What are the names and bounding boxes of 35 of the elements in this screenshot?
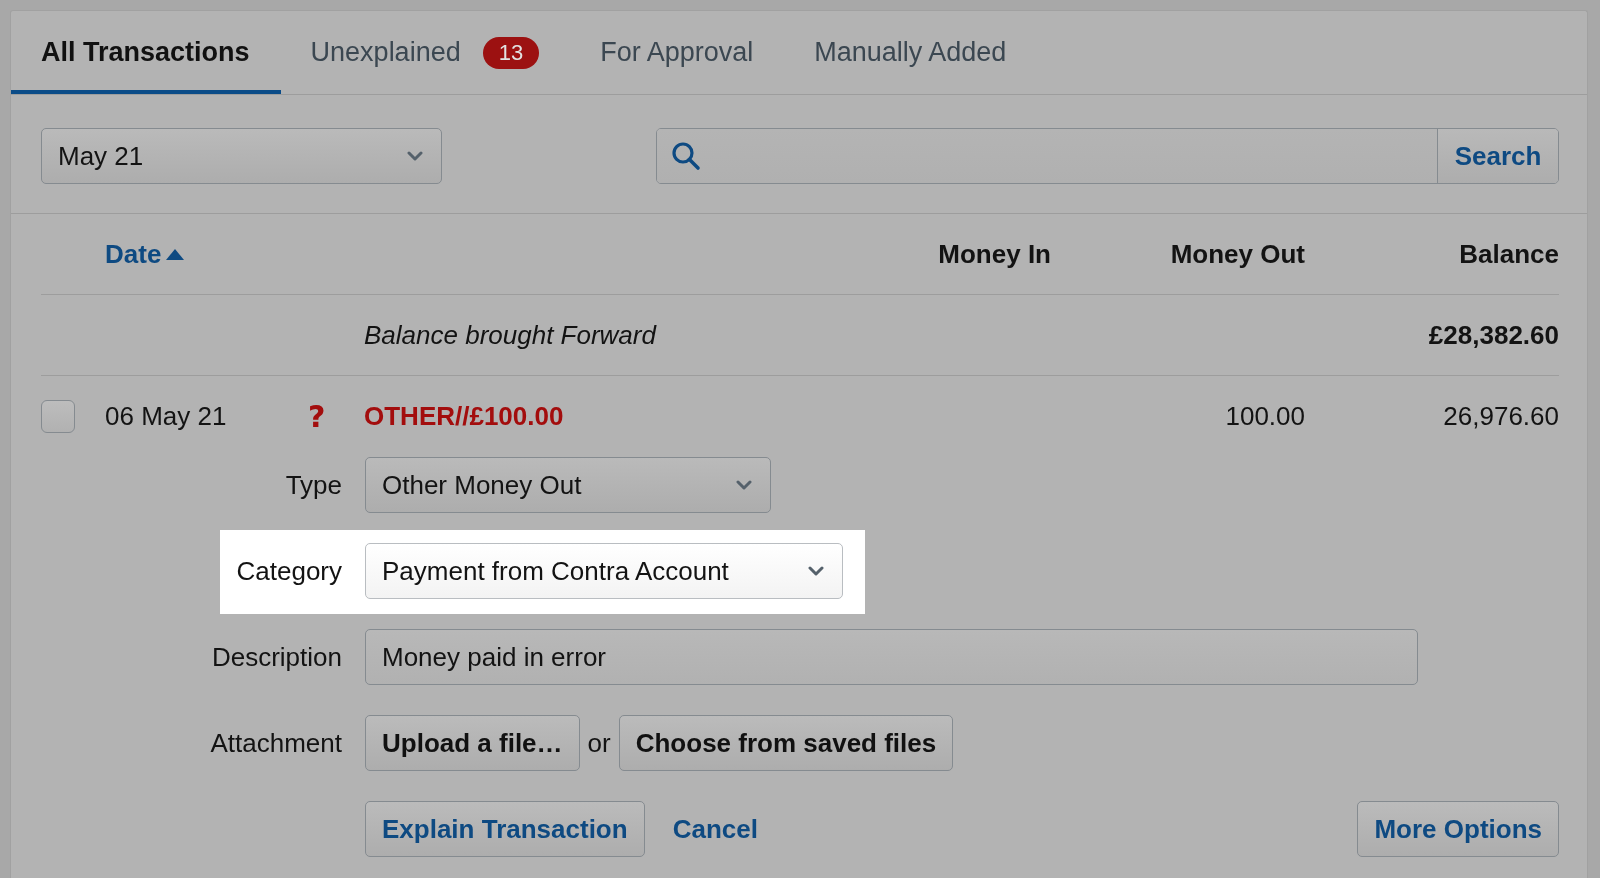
cancel-link[interactable]: Cancel [672,813,758,845]
field-label: Type [285,469,342,501]
action-button[interactable]: Explain Transaction [365,801,645,857]
field-label: Category [236,555,342,587]
file-button[interactable]: Upload a file… [365,715,580,771]
select-field[interactable]: Other Money Out [365,457,771,513]
count-badge: 13 [482,36,540,69]
table-cell: 100.00 [1225,400,1305,432]
select-field[interactable]: Payment from Contra Account [365,543,843,599]
unexplained-mark: ? [307,398,326,434]
opening-balance-amount: £28,382.60 [1428,319,1559,351]
transaction-description: OTHER//£100.00 [364,400,564,432]
field-label: Description [211,641,342,673]
separator-text: or [587,727,611,759]
column-header: Money Out [1170,238,1305,270]
chevron-down-icon [736,480,752,490]
sort-up-icon [166,248,185,260]
table-cell: 06 May 21 [105,400,227,432]
file-button[interactable]: Choose from saved files [618,715,954,771]
tab[interactable]: Manually Added [784,11,1038,94]
tab[interactable]: For Approval [570,11,785,94]
table-cell: 26,976.60 [1443,400,1559,432]
opening-balance-label: Balance brought Forward [364,319,656,351]
column-header: Money In [938,238,1051,270]
input-field[interactable]: Money paid in error [365,629,1418,685]
column-header[interactable]: Date [105,238,185,270]
field-label: Attachment [210,727,342,759]
column-header: Balance [1459,238,1559,270]
more-options-button[interactable]: More Options [1357,801,1559,857]
period-select[interactable]: May 21 [41,128,442,184]
row-checkbox[interactable] [41,399,75,433]
tab[interactable]: All Transactions [11,11,281,94]
chevron-down-icon [808,566,824,576]
chevron-down-icon [407,151,423,161]
tab[interactable]: Unexplained 13 [280,11,571,94]
